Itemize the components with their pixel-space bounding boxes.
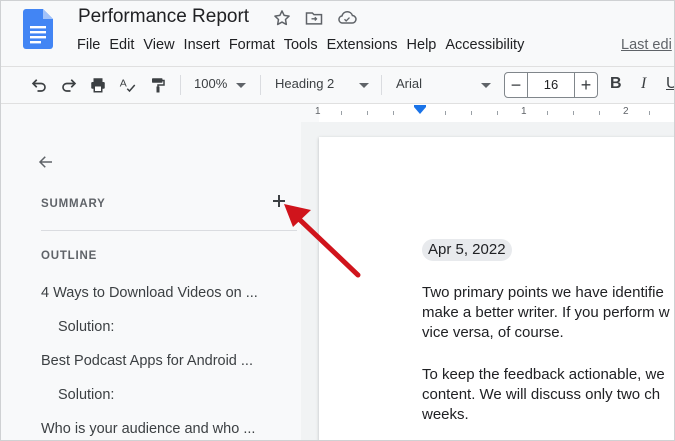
ruler-tick: [547, 111, 548, 115]
svg-text:A: A: [120, 78, 127, 90]
bold-button[interactable]: B: [610, 75, 622, 93]
zoom-caret-icon[interactable]: [236, 83, 246, 88]
ruler-tick: [599, 111, 600, 115]
paragraph-line[interactable]: Two primary points we have identifie: [422, 283, 664, 304]
menu-file[interactable]: File: [77, 37, 100, 53]
outline-heading: OUTLINE: [41, 250, 98, 262]
back-arrow-icon[interactable]: [37, 153, 55, 171]
spellcheck-icon[interactable]: A: [119, 76, 137, 94]
underline-button[interactable]: U: [666, 75, 674, 93]
paragraph-line[interactable]: weeks.: [422, 405, 469, 426]
ruler-tick: [649, 111, 650, 115]
outline-item[interactable]: Best Podcast Apps for Android ...: [41, 353, 253, 369]
outline-item[interactable]: Who is your audience and who ...: [41, 421, 255, 437]
add-summary-icon[interactable]: [272, 194, 286, 208]
redo-icon[interactable]: [60, 76, 78, 94]
cloud-status-icon[interactable]: [336, 8, 358, 28]
paint-format-icon[interactable]: [149, 76, 167, 94]
outline-item[interactable]: 4 Ways to Download Videos on ...: [41, 285, 258, 301]
menu-help[interactable]: Help: [407, 37, 437, 53]
title-bar: Performance Report File Edit View Insert…: [1, 1, 674, 65]
font-size-decrease-button[interactable]: −: [505, 73, 528, 97]
menu-tools[interactable]: Tools: [284, 37, 318, 53]
paragraph-line[interactable]: To keep the feedback actionable, we: [422, 365, 665, 386]
menu-view[interactable]: View: [143, 37, 174, 53]
toolbar-divider: [180, 75, 181, 95]
date-chip[interactable]: Apr 5, 2022: [422, 239, 512, 261]
ruler-tick: [573, 111, 574, 115]
toolbar: A 100% Heading 2 Arial − 16 + B I U: [1, 66, 674, 103]
ruler-label: 1: [315, 106, 321, 117]
ruler: 1 1 2: [1, 103, 674, 123]
menu-bar: File Edit View Insert Format Tools Exten…: [77, 37, 533, 53]
zoom-select[interactable]: 100%: [194, 76, 227, 91]
menu-extensions[interactable]: Extensions: [327, 37, 398, 53]
ruler-label: 1: [521, 106, 527, 117]
paragraph-line[interactable]: make a better writer. If you perform w: [422, 303, 670, 324]
ruler-label: 2: [623, 106, 629, 117]
print-icon[interactable]: [89, 76, 107, 94]
style-caret-icon[interactable]: [359, 83, 369, 88]
menu-accessibility[interactable]: Accessibility: [445, 37, 524, 53]
paragraph-line[interactable]: vice versa, of course.: [422, 323, 564, 344]
font-size-increase-button[interactable]: +: [574, 73, 597, 97]
document-title[interactable]: Performance Report: [78, 6, 249, 28]
toolbar-divider: [260, 75, 261, 95]
font-caret-icon[interactable]: [481, 83, 491, 88]
docs-logo-icon[interactable]: [23, 9, 53, 49]
app-window: Performance Report File Edit View Insert…: [0, 0, 675, 441]
outline-item[interactable]: Solution:: [58, 319, 114, 335]
menu-edit[interactable]: Edit: [109, 37, 134, 53]
menu-insert[interactable]: Insert: [184, 37, 220, 53]
ruler-tick: [341, 111, 342, 115]
ruler-tick: [445, 111, 446, 115]
paragraph-line[interactable]: content. We will discuss only two ch: [422, 385, 660, 406]
font-select[interactable]: Arial: [396, 76, 422, 91]
outline-panel: SUMMARY OUTLINE 4 Ways to Download Video…: [1, 122, 301, 440]
italic-button[interactable]: I: [641, 75, 646, 93]
outline-item[interactable]: Solution:: [58, 387, 114, 403]
menu-format[interactable]: Format: [229, 37, 275, 53]
ruler-tick: [497, 111, 498, 115]
move-folder-icon[interactable]: [304, 8, 324, 28]
summary-heading: SUMMARY: [41, 198, 106, 210]
left-indent-handle[interactable]: [414, 107, 426, 114]
ruler-tick: [367, 111, 368, 115]
font-size-stepper: − 16 +: [504, 72, 598, 98]
undo-icon[interactable]: [30, 76, 48, 94]
paragraph-style-select[interactable]: Heading 2: [275, 76, 334, 91]
last-edit-link[interactable]: Last edi: [621, 37, 672, 53]
font-size-input[interactable]: 16: [527, 73, 575, 97]
toolbar-divider: [381, 75, 382, 95]
panel-divider: [41, 230, 297, 231]
ruler-tick: [471, 111, 472, 115]
star-icon[interactable]: [272, 8, 292, 28]
ruler-tick: [393, 111, 394, 115]
